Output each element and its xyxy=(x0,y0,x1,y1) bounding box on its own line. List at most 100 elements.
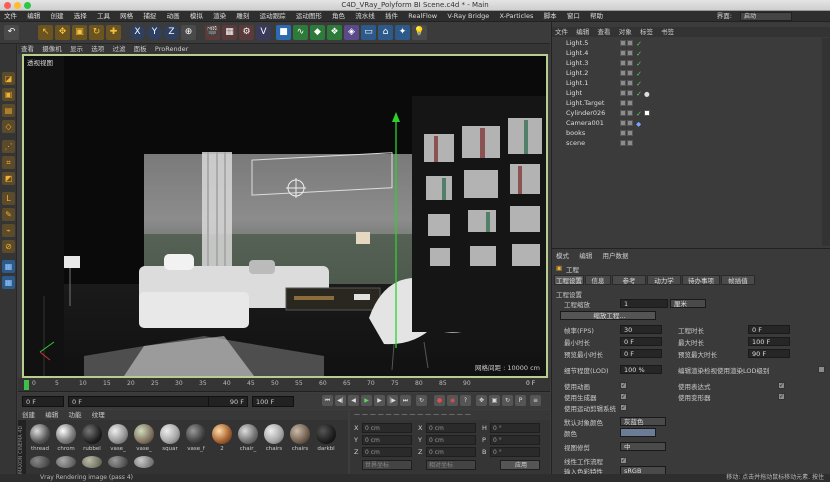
scale-project-button[interactable]: 缩放工程... xyxy=(560,311,656,320)
go-to-start-icon[interactable]: ⏮ xyxy=(322,395,333,406)
record-icon[interactable]: ● xyxy=(434,395,445,406)
object-row[interactable]: Light.2 ✓ xyxy=(556,69,816,78)
tab-project-settings[interactable]: 工程设置 xyxy=(554,275,584,285)
object-row[interactable]: Light.3 ✓ xyxy=(556,59,816,68)
keyframe-selection-icon[interactable]: ? xyxy=(460,395,471,406)
color-swatch[interactable] xyxy=(620,428,656,437)
view-clipping-select[interactable]: 中 xyxy=(620,442,666,451)
material-swatch[interactable] xyxy=(134,456,154,468)
menu-file[interactable]: 文件 xyxy=(4,12,17,20)
menu-render[interactable]: 渲染 xyxy=(213,12,226,20)
material-menu-edit[interactable]: 编辑 xyxy=(45,411,58,419)
attribute-menu-edit[interactable]: 编辑 xyxy=(579,252,592,260)
max-frame-field[interactable]: 100 F xyxy=(252,396,294,407)
play-icon[interactable]: ▶ xyxy=(361,395,372,406)
tab-dynamics[interactable]: 动力学 xyxy=(647,275,681,285)
array-icon[interactable]: ❖ xyxy=(327,25,342,40)
material-swatch[interactable] xyxy=(160,424,180,444)
key-scale-icon[interactable]: ▣ xyxy=(489,395,500,406)
perspective-viewport[interactable]: 透视视图 网格间距 : 10000 cm xyxy=(22,54,548,378)
render-lod-checkbox[interactable] xyxy=(818,366,825,373)
object-menu-bookmarks[interactable]: 书签 xyxy=(661,28,674,36)
viewport-menu-options[interactable]: 选项 xyxy=(91,45,104,53)
position-z-field[interactable]: 0 cm xyxy=(362,447,412,457)
coord-system-icon[interactable]: ⊕ xyxy=(181,25,196,40)
texture-mode-icon[interactable]: ▤ xyxy=(2,104,15,117)
menu-x-particles[interactable]: X-Particles xyxy=(499,12,533,20)
menu-pipeline[interactable]: 流水线 xyxy=(355,12,375,20)
prev-key-icon[interactable]: ◀| xyxy=(335,395,346,406)
material-swatch[interactable] xyxy=(30,456,50,468)
workplane-icon[interactable]: ◇ xyxy=(2,120,15,133)
material-swatch[interactable] xyxy=(186,424,206,444)
material-menu-texture[interactable]: 纹理 xyxy=(92,411,105,419)
material-swatch[interactable] xyxy=(290,424,310,444)
menu-character[interactable]: 角色 xyxy=(332,12,345,20)
soft-selection-icon[interactable]: ⊘ xyxy=(2,240,15,253)
project-duration-field[interactable]: 0 F xyxy=(748,325,790,334)
attribute-menu-userdata[interactable]: 用户数据 xyxy=(602,252,628,260)
render-settings-icon[interactable]: ⚙ xyxy=(239,25,254,40)
undo-icon[interactable]: ↶ xyxy=(4,25,19,40)
rotation-h-field[interactable]: 0 ° xyxy=(490,423,540,433)
grid-icon[interactable]: ▦ xyxy=(2,276,15,289)
menu-mesh[interactable]: 网格 xyxy=(120,12,133,20)
size-x-field[interactable]: 0 cm xyxy=(426,423,476,433)
max-time-field[interactable]: 100 F xyxy=(748,337,790,346)
start-frame-field[interactable]: 0 F xyxy=(22,396,64,407)
zoom-window-button[interactable] xyxy=(24,2,31,9)
tab-info[interactable]: 信息 xyxy=(585,275,611,285)
menu-help[interactable]: 帮助 xyxy=(590,12,603,20)
next-key-icon[interactable]: |▶ xyxy=(387,395,398,406)
select-icon[interactable]: ↖ xyxy=(38,25,53,40)
menu-vray-bridge[interactable]: V-Ray Bridge xyxy=(447,12,489,20)
workplane-lock-icon[interactable]: ▦ xyxy=(2,260,15,273)
size-y-field[interactable]: 0 cm xyxy=(426,435,476,445)
lod-field[interactable]: 100 % xyxy=(620,365,662,374)
menu-motion-tracking[interactable]: 运动跟踪 xyxy=(260,12,286,20)
object-row[interactable]: Light.1 ✓ xyxy=(556,79,816,88)
subdivision-icon[interactable]: ◆ xyxy=(310,25,325,40)
rotation-b-field[interactable]: 0 ° xyxy=(490,447,540,457)
material-swatch[interactable] xyxy=(212,424,232,444)
default-object-color-select[interactable]: 灰蓝色 xyxy=(620,417,666,426)
move-icon[interactable]: ✥ xyxy=(55,25,70,40)
bulb-icon[interactable]: 💡 xyxy=(412,25,427,40)
material-menu-function[interactable]: 功能 xyxy=(68,411,81,419)
menu-realflow[interactable]: RealFlow xyxy=(408,12,437,20)
menu-script[interactable]: 脚本 xyxy=(544,12,557,20)
material-swatch[interactable] xyxy=(56,456,76,468)
menu-select[interactable]: 选择 xyxy=(74,12,87,20)
size-z-field[interactable]: 0 cm xyxy=(426,447,476,457)
use-animation-checkbox[interactable]: ✓ xyxy=(620,382,627,389)
rotation-p-field[interactable]: 0 ° xyxy=(490,435,540,445)
preview-max-field[interactable]: 90 F xyxy=(748,349,790,358)
material-swatch[interactable] xyxy=(134,424,154,444)
menu-mograph[interactable]: 运动图形 xyxy=(296,12,322,20)
use-motion-system-checkbox[interactable]: ✓ xyxy=(620,404,627,411)
recent-tools-icon[interactable]: ✚ xyxy=(106,25,121,40)
object-row[interactable]: Light.Target xyxy=(556,99,816,108)
menu-create[interactable]: 创建 xyxy=(50,12,63,20)
project-scale-unit-select[interactable]: 厘米 xyxy=(670,299,706,308)
position-x-field[interactable]: 0 cm xyxy=(362,423,412,433)
tab-reference[interactable]: 参考 xyxy=(612,275,646,285)
render-view-icon[interactable]: 🎬 xyxy=(205,25,220,40)
edges-mode-icon[interactable]: ⌗ xyxy=(2,156,15,169)
material-swatch[interactable] xyxy=(56,424,76,444)
tab-key-interpolation[interactable]: 帧插值 xyxy=(721,275,755,285)
autokey-icon[interactable]: ◉ xyxy=(447,395,458,406)
material-swatch[interactable] xyxy=(264,424,284,444)
object-menu-tags[interactable]: 标签 xyxy=(640,28,653,36)
scale-icon[interactable]: ▣ xyxy=(72,25,87,40)
menu-tools[interactable]: 工具 xyxy=(97,12,110,20)
preview-min-field[interactable]: 0 F xyxy=(620,349,662,358)
attribute-menu-mode[interactable]: 模式 xyxy=(556,252,569,260)
object-menu-edit[interactable]: 编辑 xyxy=(576,28,589,36)
viewport-menu-view[interactable]: 查看 xyxy=(21,45,34,53)
light-icon[interactable]: ✦ xyxy=(395,25,410,40)
snap-icon[interactable]: ⌁ xyxy=(2,224,15,237)
object-menu-file[interactable]: 文件 xyxy=(555,28,568,36)
timeline-playhead[interactable] xyxy=(24,380,29,390)
polygons-mode-icon[interactable]: ◩ xyxy=(2,172,15,185)
